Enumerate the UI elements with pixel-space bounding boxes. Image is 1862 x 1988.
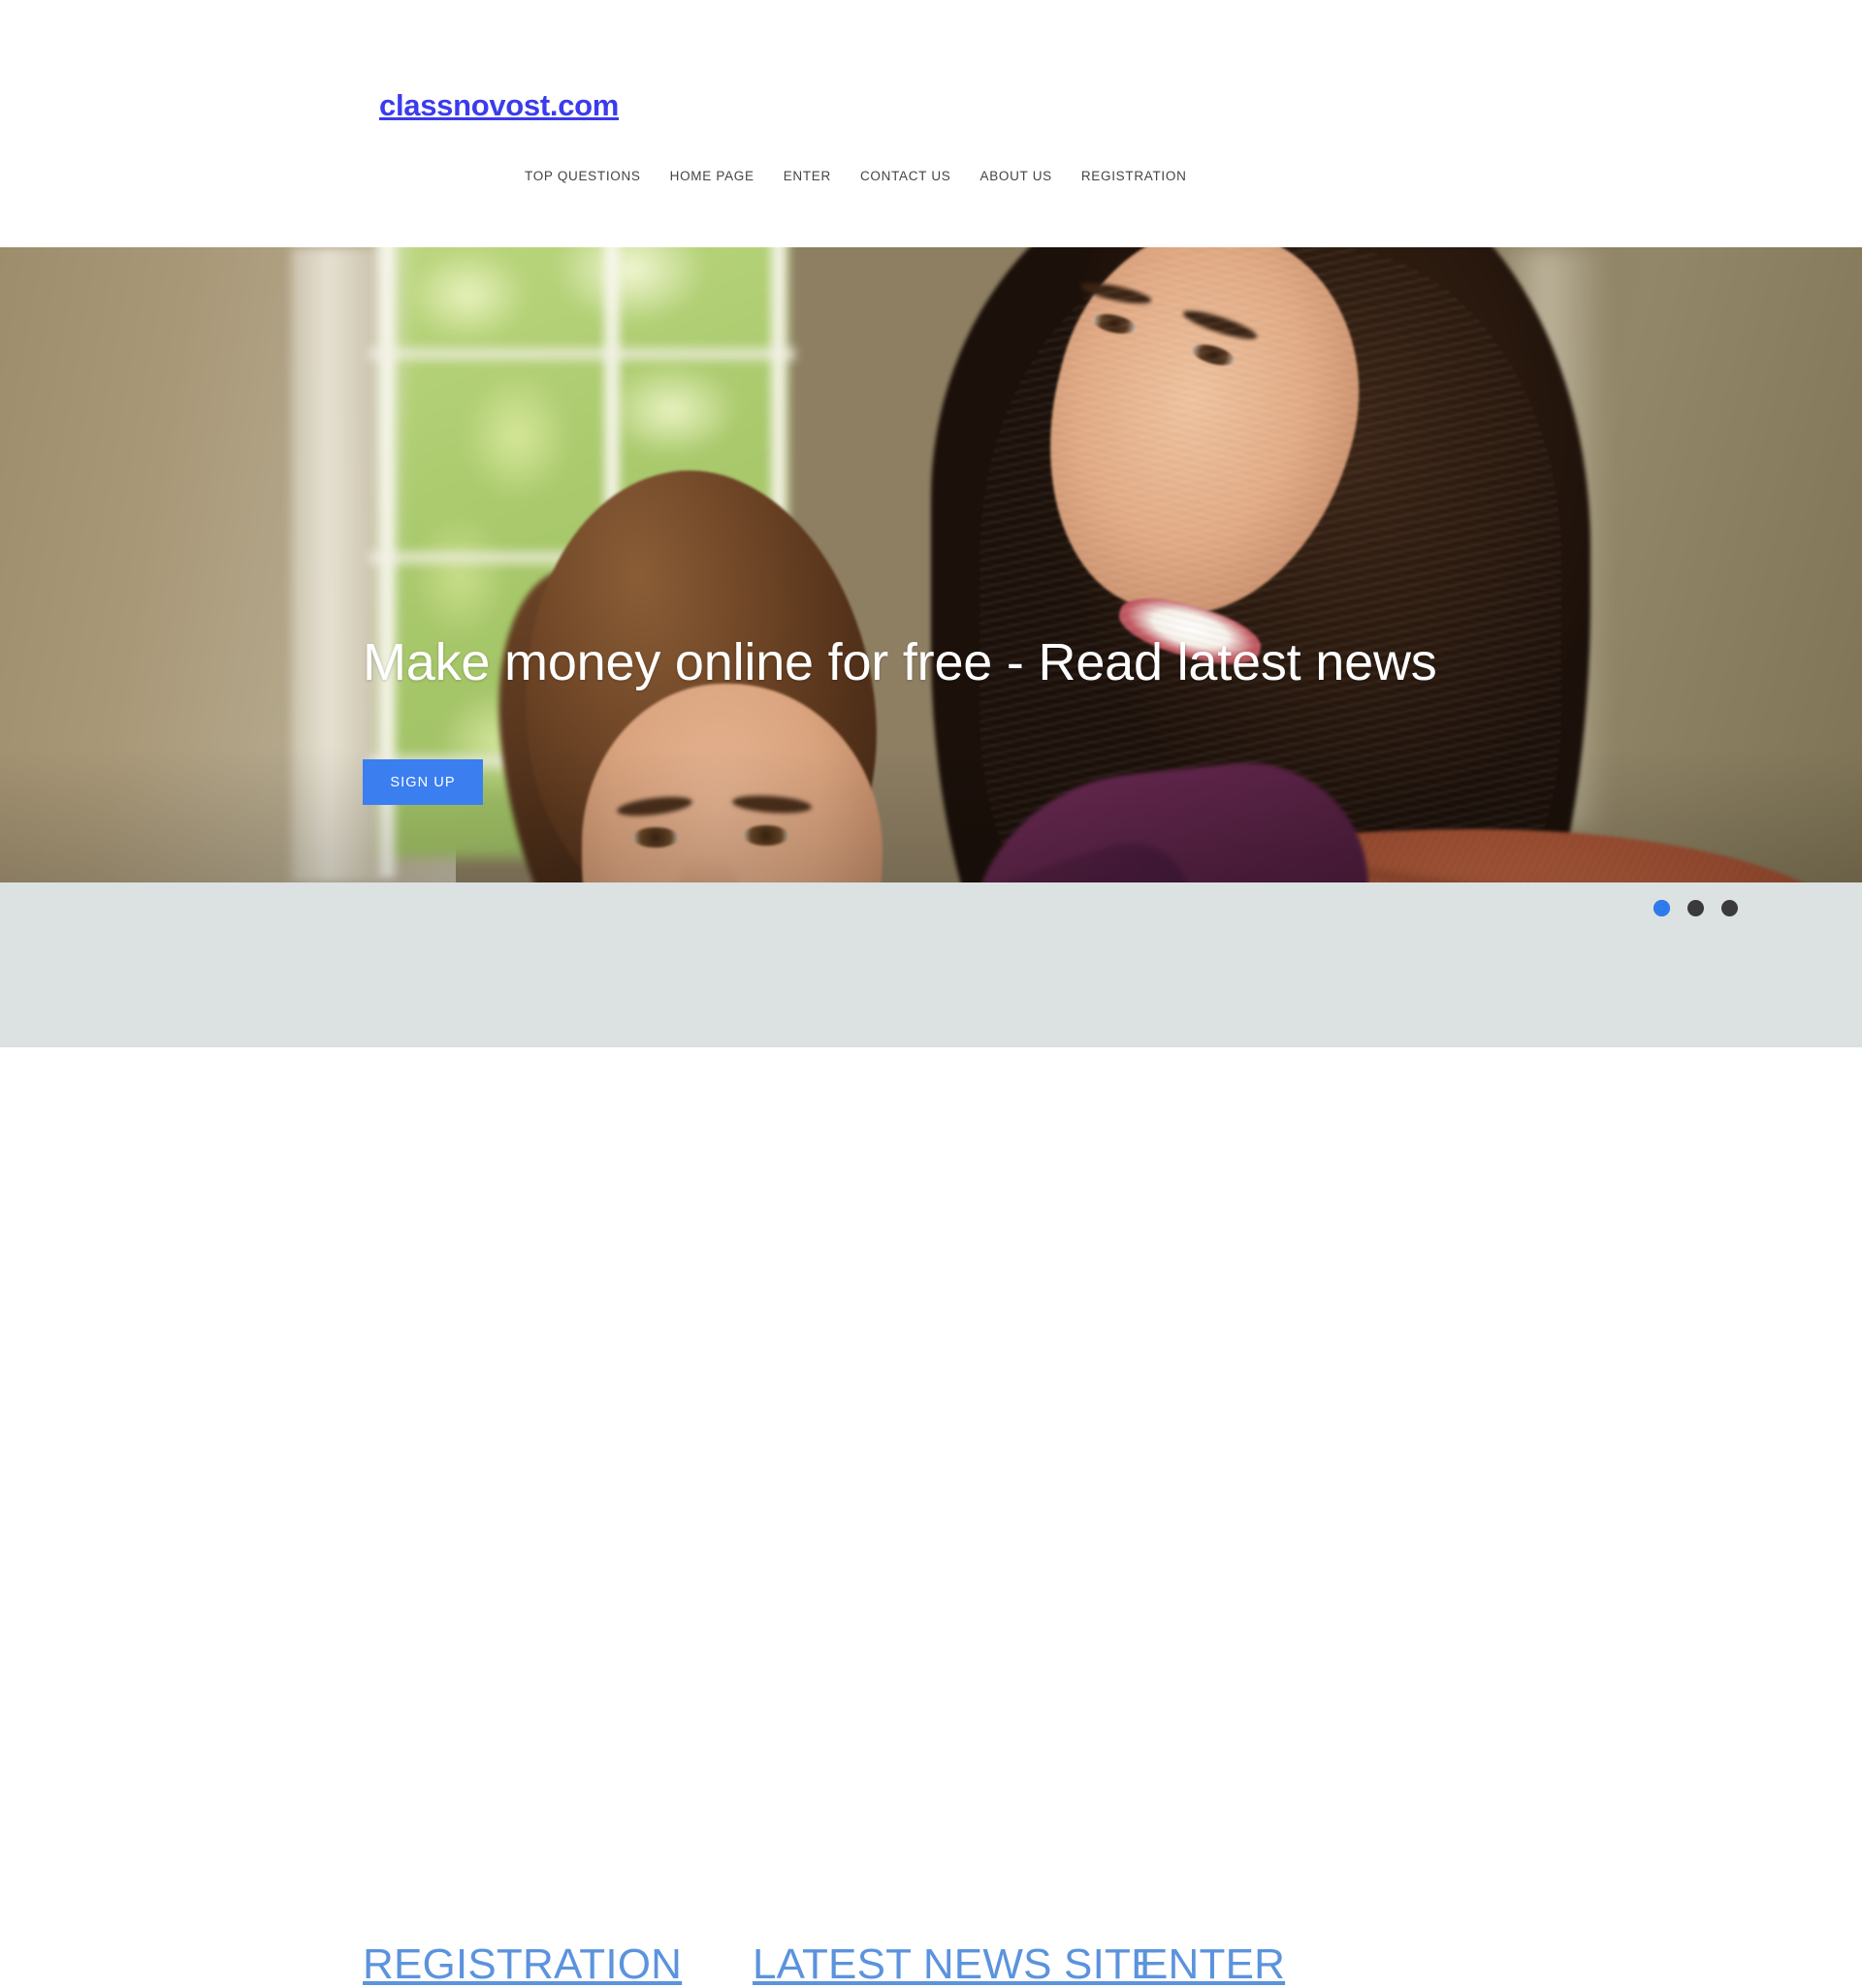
main-navigation: TOP QUESTIONS HOME PAGE ENTER CONTACT US… bbox=[525, 167, 1202, 186]
site-header: classnovost.com TOP QUESTIONS HOME PAGE … bbox=[0, 0, 1862, 247]
sign-up-button[interactable]: SIGN UP bbox=[363, 759, 483, 805]
nav-item-home-page[interactable]: HOME PAGE bbox=[656, 167, 769, 186]
nav-item-top-questions[interactable]: TOP QUESTIONS bbox=[525, 167, 656, 186]
nav-item-registration[interactable]: REGISTRATION bbox=[1067, 167, 1202, 186]
feature-link-registration[interactable]: REGISTRATION bbox=[363, 1943, 682, 1986]
nav-item-about-us[interactable]: ABOUT US bbox=[965, 167, 1066, 186]
nav-item-contact-us[interactable]: CONTACT US bbox=[846, 167, 966, 186]
carousel-dot-2[interactable] bbox=[1687, 900, 1704, 916]
hero-banner: Make money online for free - Read latest… bbox=[0, 247, 1862, 882]
carousel-dot-1[interactable] bbox=[1653, 900, 1670, 916]
feature-link-enter[interactable]: ENTER bbox=[1140, 1943, 1285, 1986]
carousel-dot-3[interactable] bbox=[1721, 900, 1738, 916]
lower-section bbox=[0, 882, 1862, 1047]
hero-content: Make money online for free - Read latest… bbox=[0, 247, 1862, 882]
site-logo[interactable]: classnovost.com bbox=[379, 87, 619, 123]
hero-headline: Make money online for free - Read latest… bbox=[363, 633, 1437, 691]
nav-item-enter[interactable]: ENTER bbox=[769, 167, 846, 186]
feature-link-latest-news-site[interactable]: LATEST NEWS SITE bbox=[753, 1943, 1160, 1986]
carousel-pagination bbox=[1653, 900, 1738, 916]
